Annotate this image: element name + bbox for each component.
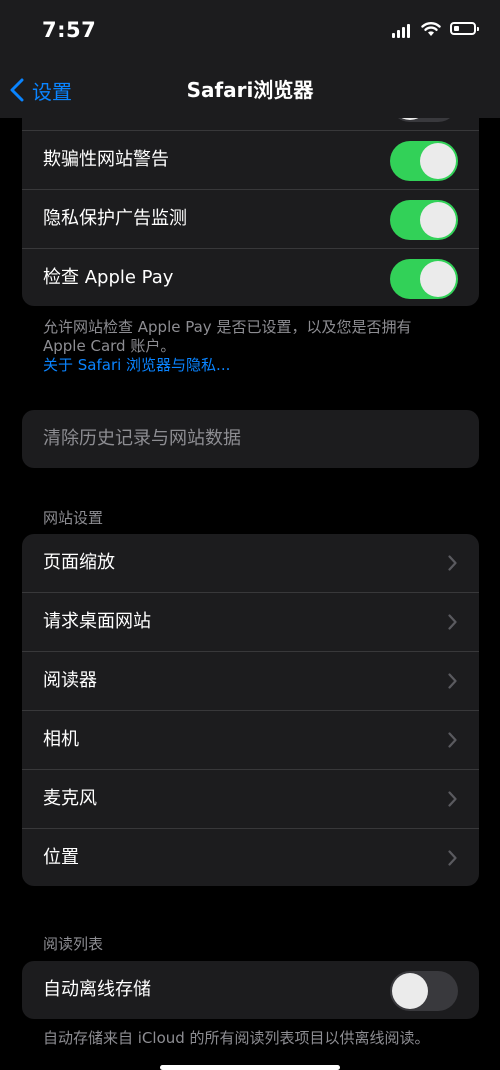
- row-location[interactable]: 位置: [22, 829, 479, 886]
- chevron-right-icon: [448, 791, 457, 807]
- privacy-footnote: 允许网站检查 Apple Pay 是否已设置，以及您是否拥有 Apple Car…: [43, 318, 458, 375]
- clear-history-button[interactable]: 清除历史记录与网站数据: [43, 410, 241, 468]
- row-reader[interactable]: 阅读器: [22, 652, 479, 711]
- hidden-row: [22, 118, 479, 131]
- clear-history-group: 清除历史记录与网站数据: [22, 410, 479, 468]
- chevron-right-icon: [448, 555, 457, 571]
- row-label: 位置: [43, 847, 79, 868]
- row-label: 相机: [43, 729, 79, 750]
- safari-privacy-link[interactable]: 关于 Safari 浏览器与隐私...: [43, 356, 458, 375]
- website-settings-header: 网站设置: [43, 509, 104, 527]
- row-camera[interactable]: 相机: [22, 711, 479, 770]
- chevron-right-icon: [448, 614, 457, 630]
- row-fraudulent-website-warning[interactable]: 欺骗性网站警告: [22, 131, 479, 190]
- row-label: 欺骗性网站警告: [43, 149, 169, 170]
- row-microphone[interactable]: 麦克风: [22, 770, 479, 829]
- auto-save-offline-toggle[interactable]: [390, 971, 458, 1011]
- privacy-group: 欺骗性网站警告 隐私保护广告监测 检查 Apple Pay: [22, 118, 479, 306]
- chevron-right-icon: [448, 850, 457, 866]
- chevron-right-icon: [448, 732, 457, 748]
- fraud-warning-toggle[interactable]: [390, 141, 458, 181]
- row-label: 页面缩放: [43, 552, 115, 573]
- row-label: 请求桌面网站: [43, 611, 151, 632]
- row-check-apple-pay[interactable]: 检查 Apple Pay: [22, 249, 479, 306]
- row-label: 阅读器: [43, 670, 97, 691]
- privacy-footnote-text: 允许网站检查 Apple Pay 是否已设置，以及您是否拥有 Apple Car…: [43, 318, 412, 355]
- reading-list-group: 自动离线存储: [22, 961, 479, 1019]
- row-label: 自动离线存储: [43, 979, 151, 1000]
- row-auto-save-offline[interactable]: 自动离线存储: [22, 961, 479, 1019]
- page-title: Safari浏览器: [186, 78, 314, 102]
- navigation-bar: 设置 Safari浏览器: [0, 62, 500, 118]
- settings-scroll-view[interactable]: 欺骗性网站警告 隐私保护广告监测 检查 Apple Pay 允许网站检查 App…: [0, 118, 500, 1069]
- row-request-desktop-website[interactable]: 请求桌面网站: [22, 593, 479, 652]
- wifi-icon: [421, 22, 441, 36]
- row-label: 隐私保护广告监测: [43, 208, 187, 229]
- apple-pay-toggle[interactable]: [390, 259, 458, 299]
- ad-measurement-toggle[interactable]: [390, 200, 458, 240]
- website-settings-group: 页面缩放 请求桌面网站 阅读器 相机 麦克风 位置: [22, 534, 479, 886]
- home-indicator: [160, 1065, 340, 1070]
- status-bar: 7:57: [0, 0, 500, 62]
- chevron-right-icon: [448, 673, 457, 689]
- row-label: 检查 Apple Pay: [43, 267, 174, 288]
- row-page-zoom[interactable]: 页面缩放: [22, 534, 479, 593]
- battery-icon: [450, 22, 479, 35]
- row-label: 麦克风: [43, 788, 97, 809]
- cellular-signal-icon: [392, 24, 414, 38]
- status-time: 7:57: [42, 18, 97, 42]
- reading-list-footnote: 自动存储来自 iCloud 的所有阅读列表项目以供离线阅读。: [43, 1029, 430, 1047]
- hidden-toggle[interactable]: [390, 118, 458, 122]
- row-privacy-ad-measurement[interactable]: 隐私保护广告监测: [22, 190, 479, 249]
- reading-list-header: 阅读列表: [43, 935, 104, 953]
